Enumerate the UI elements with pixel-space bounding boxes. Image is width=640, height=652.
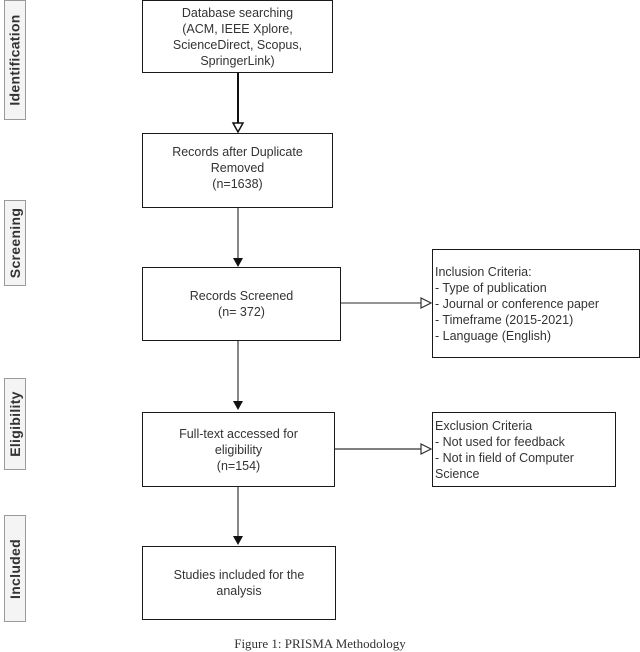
criteria-item: - Language (English) (435, 328, 552, 343)
box-text-line: eligibility (214, 442, 263, 457)
criteria-item: - Not in field of Computer (435, 450, 574, 465)
box-text-line: analysis (216, 584, 262, 598)
arrowhead-screened-to-fulltext (233, 401, 243, 410)
box-studies-included: Studies included for the analysis (142, 546, 336, 620)
box-text-line: Removed (210, 160, 265, 175)
arrowhead-screened-to-inclusion (420, 297, 433, 309)
box-text-line: Records after Duplicate (172, 144, 303, 159)
box-duplicates-removed: Records after Duplicate Removed (n=1638) (142, 133, 333, 208)
box-text-line: (n=1638) (212, 176, 263, 191)
box-text-line: (n=154) (216, 458, 261, 473)
box-database-searching: Database searching (ACM, IEEE Xplore, Sc… (142, 0, 333, 73)
criteria-item: - Not used for feedback (435, 434, 565, 449)
criteria-heading: Inclusion Criteria: (435, 264, 532, 279)
criteria-item: - Timeframe (2015-2021) (435, 312, 574, 327)
criteria-item: - Type of publication (435, 280, 547, 295)
box-text-line: (ACM, IEEE Xplore, (182, 21, 293, 36)
box-text-line: (n= 372) (218, 305, 265, 319)
arrowhead-fulltext-to-exclusion (420, 443, 433, 455)
box-text-line: Records Screened (189, 289, 294, 303)
criteria-heading: Exclusion Criteria (435, 418, 533, 433)
box-records-screened: Records Screened (n= 372) (142, 267, 341, 341)
box-text-line: SpringerLink) (200, 53, 275, 68)
arrowhead-database-to-duplicates (231, 122, 245, 134)
box-text-line: Full-text accessed for (179, 426, 298, 441)
box-exclusion-criteria: Exclusion Criteria - Not used for feedba… (432, 412, 616, 487)
figure-caption: Figure 1: PRISMA Methodology (234, 636, 406, 651)
criteria-item: Science (435, 466, 480, 481)
arrowhead-fulltext-to-included (233, 536, 243, 545)
box-inclusion-criteria: Inclusion Criteria: - Type of publicatio… (432, 249, 640, 358)
criteria-item: - Journal or conference paper (435, 296, 599, 311)
box-text-line: Studies included for the (173, 568, 305, 582)
box-full-text-eligibility: Full-text accessed for eligibility (n=15… (142, 412, 335, 487)
arrowhead-duplicates-to-screened (233, 258, 243, 267)
box-text-line: ScienceDirect, Scopus, (172, 37, 303, 52)
box-text-line: Database searching (181, 5, 294, 20)
